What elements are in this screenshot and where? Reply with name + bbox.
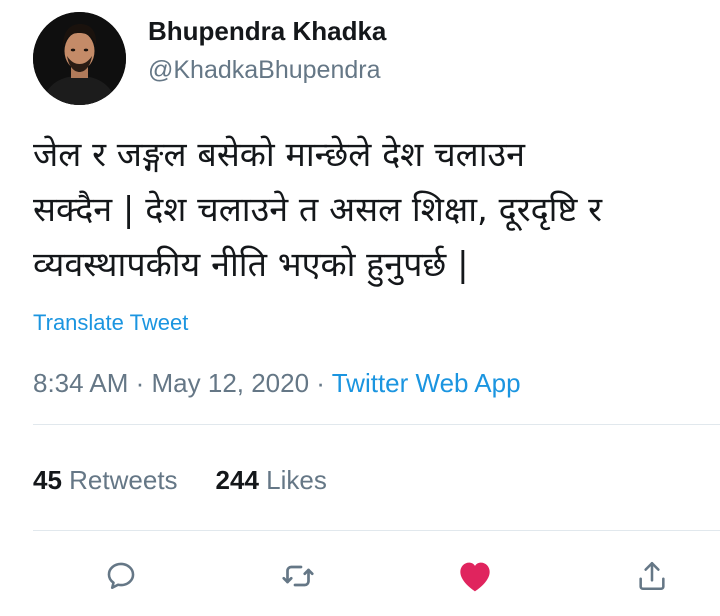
like-button[interactable] (451, 552, 499, 600)
like-icon (460, 562, 490, 592)
tweet-stats: 45 Retweets 244 Likes (33, 465, 327, 496)
tweet-date[interactable]: May 12, 2020 (152, 368, 310, 398)
profile-photo (33, 12, 126, 105)
reply-button[interactable] (97, 552, 145, 600)
divider (33, 530, 720, 531)
meta-separator: · (309, 368, 332, 398)
share-icon (639, 561, 665, 591)
reply-icon (107, 562, 135, 590)
retweets-label: Retweets (69, 465, 178, 495)
tweet-source-link[interactable]: Twitter Web App (332, 368, 521, 398)
retweet-icon (282, 565, 314, 587)
user-handle[interactable]: @KhadkaBhupendra (148, 56, 381, 85)
likes-count: 244 (215, 465, 259, 495)
avatar[interactable] (33, 12, 126, 105)
tweet-text: जेल र जङ्गल बसेको मान्छेले देश चलाउन सक्… (33, 128, 720, 293)
display-name[interactable]: Bhupendra Khadka (148, 16, 386, 47)
divider (33, 424, 720, 425)
tweet-line: जेल र जङ्गल बसेको मान्छेले देश चलाउन (33, 135, 526, 175)
likes-stat[interactable]: 244 Likes (216, 465, 327, 495)
translate-tweet-link[interactable]: Translate Tweet (33, 310, 188, 336)
tweet-metadata: 8:34 AM · May 12, 2020 · Twitter Web App (33, 368, 521, 399)
retweets-stat[interactable]: 45 Retweets (33, 465, 178, 495)
retweet-button[interactable] (274, 552, 322, 600)
share-button[interactable] (628, 552, 676, 600)
retweets-count: 45 (33, 465, 62, 495)
tweet-line: व्यवस्थापकीय नीति भएको हुनुपर्छ | (33, 245, 469, 285)
meta-separator: · (128, 368, 152, 398)
tweet-time[interactable]: 8:34 AM (33, 368, 128, 398)
likes-label: Likes (266, 465, 327, 495)
tweet-line: सक्दैन | देश चलाउने त असल शिक्षा, दूरदृष… (33, 190, 603, 230)
action-bar (0, 552, 720, 600)
